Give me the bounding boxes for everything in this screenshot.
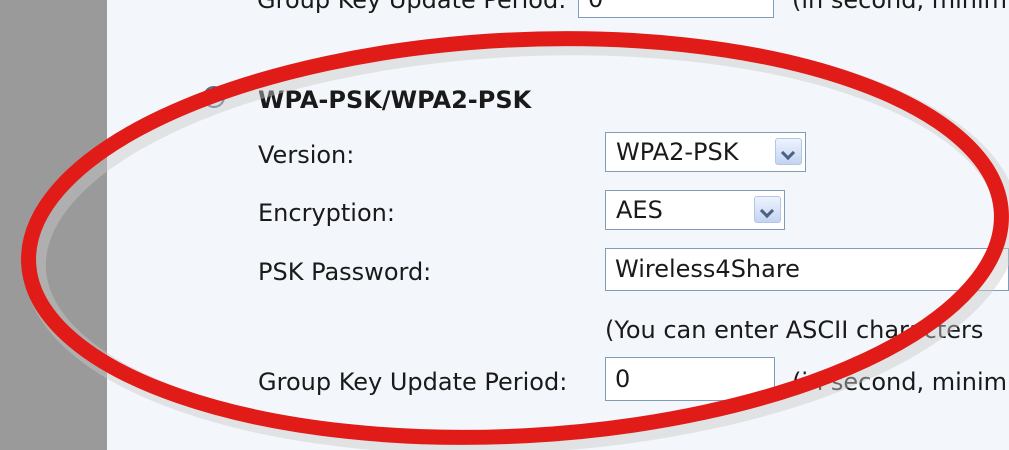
encryption-label: Encryption: xyxy=(258,199,395,227)
encryption-select[interactable]: AES xyxy=(605,190,785,230)
version-select-value: WPA2-PSK xyxy=(616,138,739,166)
wpa-psk-heading: WPA-PSK/WPA2-PSK xyxy=(258,86,532,114)
prev-group-key-hint: (in second, minim xyxy=(792,0,1008,14)
wpa-psk-radio[interactable] xyxy=(203,86,225,108)
prev-group-key-label: Group Key Update Period: xyxy=(257,0,567,14)
prev-group-key-input[interactable]: 0 xyxy=(578,0,774,18)
version-select[interactable]: WPA2-PSK xyxy=(605,132,806,172)
group-key-label: Group Key Update Period: xyxy=(258,368,568,396)
psk-password-hint: (You can enter ASCII characters xyxy=(605,316,984,344)
encryption-select-value: AES xyxy=(616,196,663,224)
chevron-down-icon[interactable] xyxy=(775,138,802,165)
psk-password-input[interactable]: Wireless4Share xyxy=(605,248,1009,291)
psk-password-label: PSK Password: xyxy=(258,258,432,286)
chevron-down-icon[interactable] xyxy=(754,196,781,223)
version-label: Version: xyxy=(258,141,355,169)
group-key-hint: (in second, minim xyxy=(792,368,1008,396)
radio-selected-dot xyxy=(210,93,218,101)
left-sidebar-bar xyxy=(0,0,107,450)
group-key-input[interactable]: 0 xyxy=(605,357,775,401)
